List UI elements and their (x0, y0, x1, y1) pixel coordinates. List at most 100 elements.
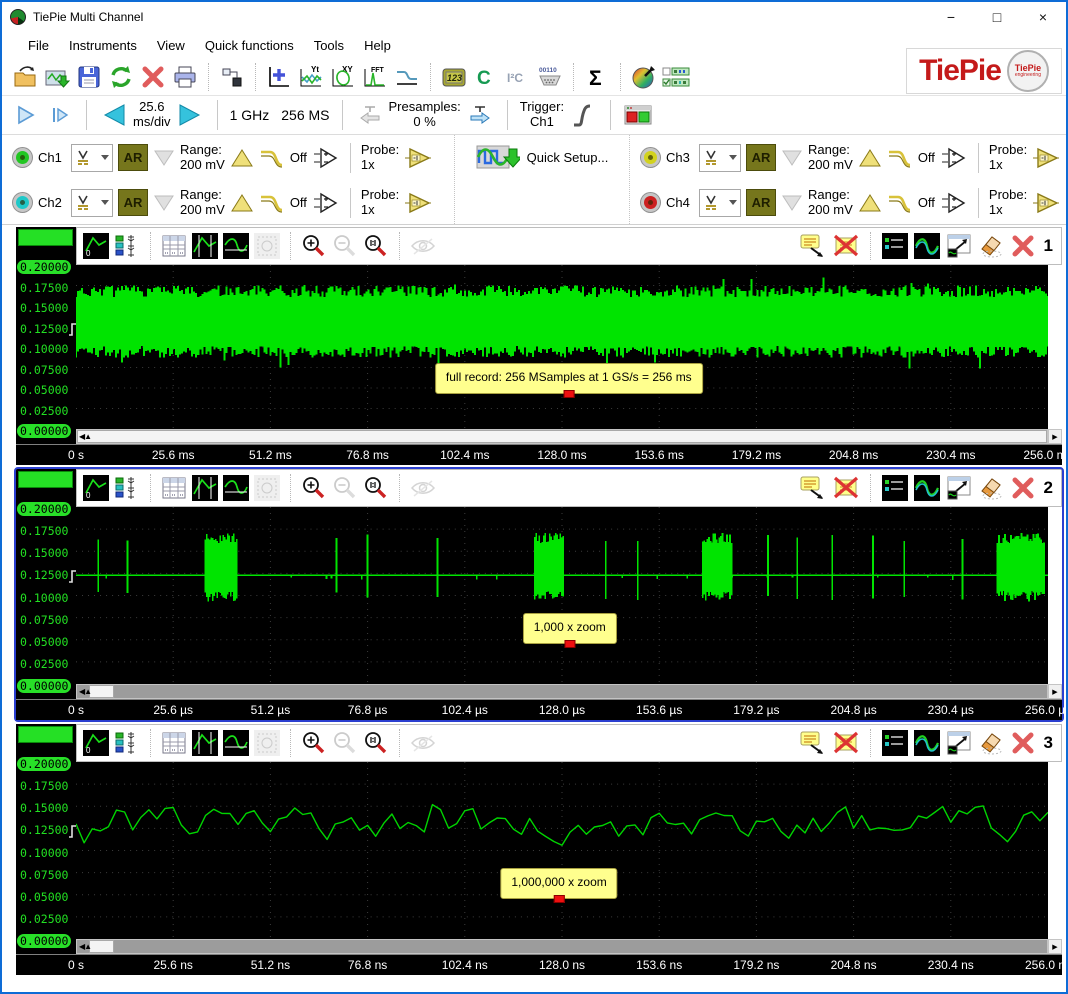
scroll-right-icon[interactable]: ▶ (1048, 939, 1062, 954)
comment-tooltip[interactable]: 1,000 x zoom (523, 613, 617, 644)
zoom-one-to-one-icon[interactable] (362, 232, 390, 260)
open-in-window-icon[interactable] (945, 729, 973, 757)
open-in-window-icon[interactable] (945, 474, 973, 502)
zoom-one-to-one-icon[interactable] (362, 474, 390, 502)
open-in-window-icon[interactable] (945, 232, 973, 260)
object-tree-icon[interactable] (217, 62, 247, 92)
colors-icon[interactable] (629, 62, 659, 92)
autoranging-button[interactable]: AR (118, 144, 148, 171)
add-comment-icon[interactable] (800, 232, 828, 260)
zoom-out-icon[interactable] (331, 474, 359, 502)
channel-offsets-icon[interactable] (113, 474, 141, 502)
range-up-icon[interactable] (858, 148, 882, 168)
scrollbar-thumb[interactable] (89, 940, 114, 953)
close-graph-icon[interactable] (1009, 474, 1037, 502)
delete-comments-icon[interactable] (832, 729, 860, 757)
y-axis[interactable]: 0.200000.175000.150000.125000.100000.075… (16, 265, 76, 444)
refresh-icon[interactable] (106, 62, 136, 92)
record-length[interactable]: 256 MS (281, 107, 329, 123)
comment-tooltip[interactable]: full record: 256 MSamples at 1 GS/s = 25… (435, 363, 703, 394)
vertical-cursors-icon[interactable] (191, 474, 219, 502)
visibility-eye-icon[interactable] (409, 474, 437, 502)
y-axis[interactable]: 0.200000.175000.150000.125000.100000.075… (16, 507, 76, 699)
open-icon[interactable] (10, 62, 40, 92)
zoom-region-icon[interactable] (253, 729, 281, 757)
zoom-region-icon[interactable] (253, 474, 281, 502)
axis-zero-icon[interactable]: 0 (82, 232, 110, 260)
vertical-cursors-icon[interactable] (191, 232, 219, 260)
trigger-slope-icon[interactable] (568, 100, 598, 130)
scrollbar-thumb[interactable] (77, 430, 1047, 443)
meter-icon[interactable]: 123 (439, 62, 469, 92)
bandwidth-filter-icon[interactable] (887, 147, 913, 169)
zoom-one-to-one-icon[interactable] (362, 729, 390, 757)
print-icon[interactable] (170, 62, 200, 92)
timebase-faster-icon[interactable] (175, 100, 205, 130)
probe-gain-icon[interactable] (1032, 192, 1060, 214)
scroll-right-icon[interactable]: ▶ (1048, 429, 1062, 444)
trace-colors-icon[interactable] (913, 232, 941, 260)
coupling-select[interactable] (71, 144, 113, 172)
scroll-right-icon[interactable]: ▶ (1048, 684, 1062, 699)
differential-input-icon[interactable] (312, 191, 340, 215)
delete-comments-icon[interactable] (832, 474, 860, 502)
zoom-out-icon[interactable] (331, 729, 359, 757)
trace-colors-icon[interactable] (913, 729, 941, 757)
horizontal-scrollbar[interactable]: ◀▲ (76, 684, 1048, 699)
measurement-graph-icon[interactable] (392, 62, 422, 92)
vertical-cursors-icon[interactable] (191, 729, 219, 757)
start-icon[interactable] (10, 100, 40, 130)
instrument-tile-icon[interactable] (623, 100, 653, 130)
i2c-icon[interactable]: I²C (503, 62, 533, 92)
eraser-icon[interactable] (977, 474, 1005, 502)
waveform-plot[interactable]: full record: 256 MSamples at 1 GS/s = 25… (76, 265, 1048, 429)
toggle-panels-icon[interactable] (661, 62, 691, 92)
sample-clock[interactable]: 1 GHz (230, 107, 270, 123)
add-comment-icon[interactable] (800, 474, 828, 502)
autoranging-button[interactable]: AR (746, 144, 776, 171)
channel-led[interactable] (16, 196, 29, 209)
menu-item-instruments[interactable]: Instruments (59, 38, 147, 53)
coupling-select[interactable] (699, 189, 741, 217)
presamples-increase-icon[interactable] (465, 100, 495, 130)
menu-item-quick-functions[interactable]: Quick functions (195, 38, 304, 53)
channel-led[interactable] (16, 151, 29, 164)
horizontal-cursors-icon[interactable] (222, 474, 250, 502)
bandwidth-filter-icon[interactable] (259, 147, 285, 169)
horizontal-scrollbar[interactable]: ◀▲ (76, 939, 1048, 954)
zoom-in-icon[interactable] (300, 729, 328, 757)
measurements-table-icon[interactable] (160, 729, 188, 757)
delete-all-icon[interactable] (138, 62, 168, 92)
export-waveform-icon[interactable] (42, 62, 72, 92)
delete-comments-icon[interactable] (832, 232, 860, 260)
visibility-eye-icon[interactable] (409, 232, 437, 260)
axis-zero-icon[interactable]: 0 (82, 729, 110, 757)
save-icon[interactable] (74, 62, 104, 92)
scrollbar-thumb[interactable] (89, 685, 114, 698)
minimize-button[interactable]: − (928, 2, 974, 32)
eraser-icon[interactable] (977, 729, 1005, 757)
one-shot-icon[interactable] (44, 100, 74, 130)
visibility-eye-icon[interactable] (409, 729, 437, 757)
differential-input-icon[interactable] (940, 191, 968, 215)
bandwidth-filter-icon[interactable] (259, 192, 285, 214)
scope-c-icon[interactable]: C (471, 62, 501, 92)
legend-icon[interactable] (881, 232, 909, 260)
close-button[interactable]: × (1020, 2, 1066, 32)
scroll-home-icon[interactable]: ◀▲ (79, 685, 91, 698)
range-up-icon[interactable] (858, 193, 882, 213)
channel-led[interactable] (644, 196, 657, 209)
yt-graph-icon[interactable]: Yt (296, 62, 326, 92)
waveform-plot[interactable]: 1,000 x zoom (76, 507, 1048, 684)
range-down-icon[interactable] (781, 194, 803, 212)
sum-icon[interactable]: Σ (582, 62, 612, 92)
coupling-select[interactable] (699, 144, 741, 172)
horizontal-cursors-icon[interactable] (222, 729, 250, 757)
eraser-icon[interactable] (977, 232, 1005, 260)
fft-graph-icon[interactable]: FFT (360, 62, 390, 92)
measurements-table-icon[interactable] (160, 474, 188, 502)
scroll-home-icon[interactable]: ◀▲ (79, 940, 91, 953)
measurements-table-icon[interactable] (160, 232, 188, 260)
legend-icon[interactable] (881, 474, 909, 502)
range-down-icon[interactable] (153, 149, 175, 167)
